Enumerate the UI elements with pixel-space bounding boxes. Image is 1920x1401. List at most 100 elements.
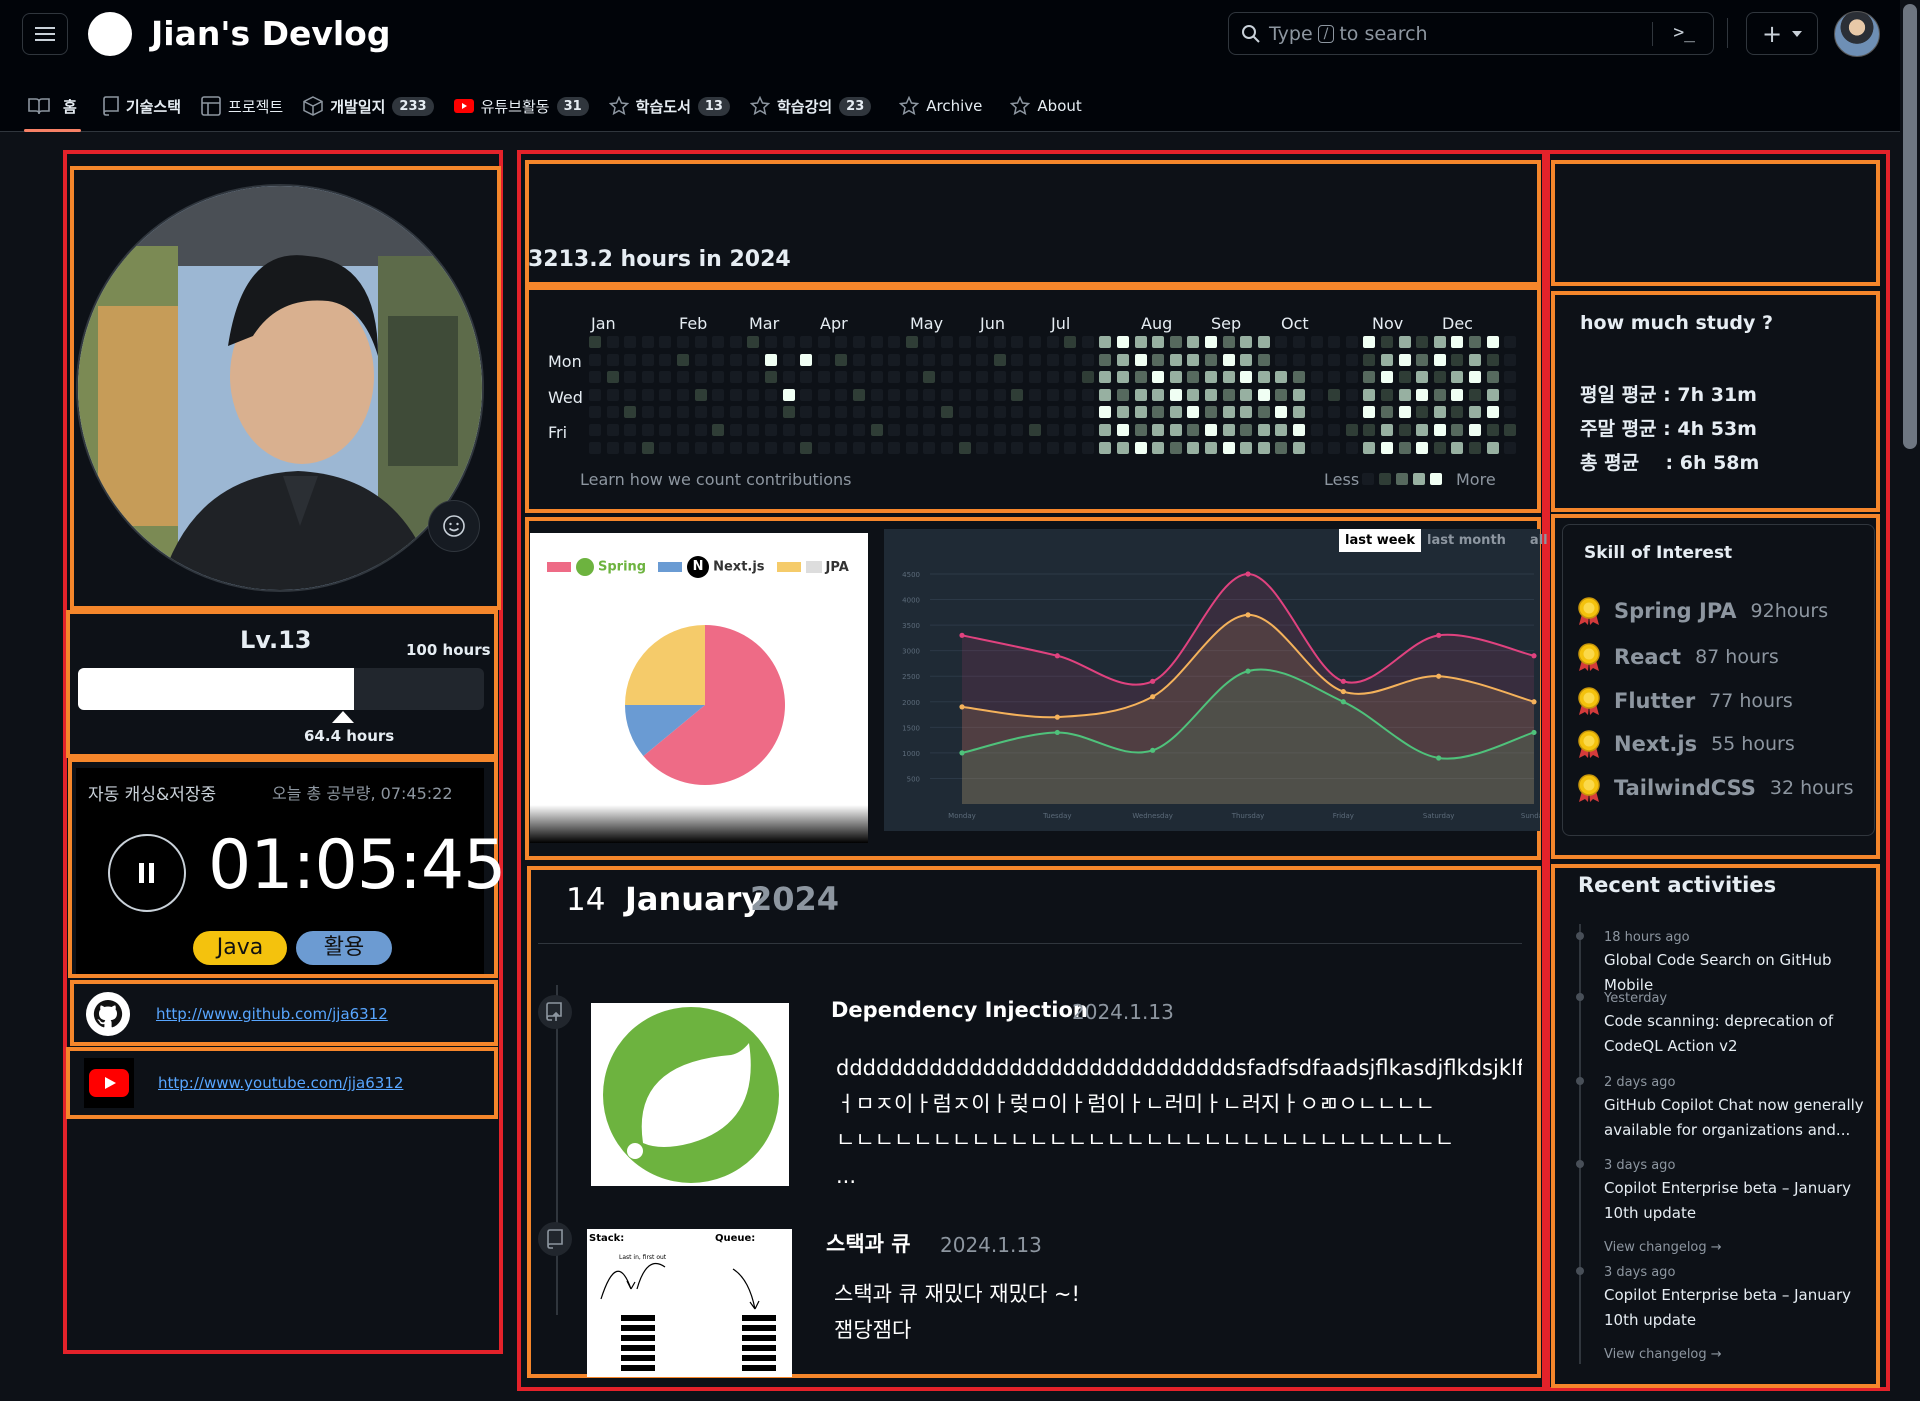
contrib-cell[interactable] xyxy=(1363,424,1376,436)
contrib-cell[interactable] xyxy=(976,371,989,384)
contrib-cell[interactable] xyxy=(941,353,953,366)
series-point[interactable] xyxy=(1245,612,1251,618)
contrib-cell[interactable] xyxy=(589,371,601,384)
contrib-cell[interactable] xyxy=(976,336,989,348)
contrib-cell[interactable] xyxy=(1117,336,1129,348)
contrib-cell[interactable] xyxy=(1293,424,1305,436)
contrib-cell[interactable] xyxy=(712,424,725,436)
contrib-cell[interactable] xyxy=(817,353,830,366)
activity-link[interactable]: GitHub Copilot Chat now generally availa… xyxy=(1604,1093,1864,1143)
contrib-cell[interactable] xyxy=(1433,406,1446,419)
contrib-cell[interactable] xyxy=(1081,441,1094,454)
contrib-cell[interactable] xyxy=(606,406,619,419)
contrib-cell[interactable] xyxy=(1152,353,1165,366)
contrib-cell[interactable] xyxy=(976,406,989,419)
contrib-cell[interactable] xyxy=(1134,371,1147,384)
contrib-cell[interactable] xyxy=(1416,441,1429,454)
pie-legend-jpa[interactable]: JPA xyxy=(776,560,849,575)
contrib-cell[interactable] xyxy=(1433,441,1446,454)
contrib-cell[interactable] xyxy=(624,336,637,348)
contrib-cell[interactable] xyxy=(1486,388,1499,401)
contrib-cell[interactable] xyxy=(958,388,971,401)
contrib-cell[interactable] xyxy=(1169,406,1182,419)
contrib-cell[interactable] xyxy=(941,406,953,419)
contrib-cell[interactable] xyxy=(958,441,971,454)
post-thumbnail-spring[interactable] xyxy=(591,1003,789,1186)
contrib-cell[interactable] xyxy=(1099,336,1112,348)
contrib-cell[interactable] xyxy=(1381,406,1393,419)
series-point[interactable] xyxy=(1245,571,1251,577)
contrib-cell[interactable] xyxy=(641,353,654,366)
contrib-cell[interactable] xyxy=(712,353,725,366)
contrib-cell[interactable] xyxy=(1240,353,1253,366)
contrib-cell[interactable] xyxy=(1504,336,1517,348)
contrib-cell[interactable] xyxy=(1469,371,1481,384)
contrib-cell[interactable] xyxy=(870,388,883,401)
contrib-cell[interactable] xyxy=(1064,441,1077,454)
series-point[interactable] xyxy=(959,632,965,638)
contrib-cell[interactable] xyxy=(1381,388,1393,401)
contrib-cell[interactable] xyxy=(694,336,707,348)
contrib-cell[interactable] xyxy=(1469,424,1481,436)
series-point[interactable] xyxy=(1340,699,1346,705)
contrib-cell[interactable] xyxy=(941,336,953,348)
contrib-cell[interactable] xyxy=(1029,336,1041,348)
contrib-cell[interactable] xyxy=(606,388,619,401)
contrib-cell[interactable] xyxy=(712,441,725,454)
contrib-cell[interactable] xyxy=(1222,353,1235,366)
series-point[interactable] xyxy=(1436,755,1442,761)
contrib-cell[interactable] xyxy=(1504,441,1517,454)
contrib-cell[interactable] xyxy=(677,336,689,348)
contrib-cell[interactable] xyxy=(747,371,760,384)
contrib-cell[interactable] xyxy=(888,388,901,401)
contrib-cell[interactable] xyxy=(1187,441,1200,454)
contrib-cell[interactable] xyxy=(817,388,830,401)
contrib-cell[interactable] xyxy=(853,353,865,366)
contrib-cell[interactable] xyxy=(1398,441,1411,454)
contrib-cell[interactable] xyxy=(870,336,883,348)
contrib-cell[interactable] xyxy=(835,441,848,454)
contrib-cell[interactable] xyxy=(694,441,707,454)
contrib-cell[interactable] xyxy=(1169,371,1182,384)
contrib-cell[interactable] xyxy=(1486,371,1499,384)
contrib-cell[interactable] xyxy=(800,424,813,436)
series-point[interactable] xyxy=(1150,694,1156,700)
series-point[interactable] xyxy=(959,750,965,756)
contrib-cell[interactable] xyxy=(712,336,725,348)
contrib-cell[interactable] xyxy=(817,424,830,436)
contrib-cell[interactable] xyxy=(1504,406,1517,419)
contrib-cell[interactable] xyxy=(1222,336,1235,348)
contrib-cell[interactable] xyxy=(1257,336,1270,348)
contrib-cell[interactable] xyxy=(1381,353,1393,366)
contrib-cell[interactable] xyxy=(659,388,672,401)
contrib-cell[interactable] xyxy=(870,406,883,419)
series-point[interactable] xyxy=(1245,668,1251,674)
contrib-cell[interactable] xyxy=(729,336,742,348)
contrib-cell[interactable] xyxy=(888,371,901,384)
nav-archive[interactable]: Archive xyxy=(889,84,992,128)
contrib-cell[interactable] xyxy=(712,388,725,401)
contrib-cell[interactable] xyxy=(1117,406,1129,419)
contrib-cell[interactable] xyxy=(694,353,707,366)
contrib-cell[interactable] xyxy=(923,336,936,348)
contrib-cell[interactable] xyxy=(624,371,637,384)
series-point[interactable] xyxy=(1531,653,1537,659)
contrib-cell[interactable] xyxy=(1293,371,1305,384)
contrib-cell[interactable] xyxy=(624,424,637,436)
tab-all[interactable]: all xyxy=(1524,529,1554,552)
contrib-cell[interactable] xyxy=(659,441,672,454)
contrib-cell[interactable] xyxy=(1011,441,1024,454)
contrib-cell[interactable] xyxy=(1169,388,1182,401)
contrib-cell[interactable] xyxy=(1134,353,1147,366)
series-point[interactable] xyxy=(1531,699,1537,705)
contrib-cell[interactable] xyxy=(1504,371,1517,384)
contrib-cell[interactable] xyxy=(905,406,918,419)
contrib-cell[interactable] xyxy=(782,424,795,436)
youtube-link[interactable]: http://www.youtube.com/jja6312 xyxy=(158,1074,403,1092)
contrib-cell[interactable] xyxy=(923,441,936,454)
tag-java[interactable]: Java xyxy=(193,931,287,965)
view-changelog-link[interactable]: View changelog → xyxy=(1604,1240,1722,1255)
contrib-cell[interactable] xyxy=(1081,353,1094,366)
contrib-cell[interactable] xyxy=(958,406,971,419)
contrib-cell[interactable] xyxy=(1187,336,1200,348)
